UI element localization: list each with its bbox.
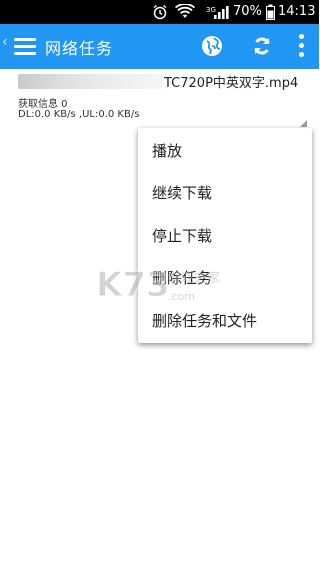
page-title: 网络任务: [45, 39, 114, 58]
back-chevron-icon[interactable]: ‹: [2, 34, 8, 50]
file-name: TC720P中英双字.mp4: [164, 76, 299, 91]
task-info: 获取信息 0: [18, 99, 68, 110]
menu-item-delete-task[interactable]: 删除任务: [138, 257, 312, 300]
more-vert-icon[interactable]: [297, 34, 305, 59]
battery-icon: [266, 4, 275, 20]
blurred-file-prefix: [18, 74, 163, 89]
signal-icon: [213, 4, 229, 20]
menu-item-play[interactable]: 播放: [138, 130, 312, 173]
menu-icon[interactable]: [14, 38, 36, 55]
refresh-icon[interactable]: [250, 34, 274, 58]
battery-percent: 70%: [233, 4, 262, 19]
task-speed: DL:0.0 KB/s ,UL:0.0 KB/s: [18, 109, 140, 120]
menu-item-delete-task-and-file[interactable]: 删除任务和文件: [138, 300, 312, 343]
status-bar: 3G 70% 14:13: [0, 0, 319, 24]
clock: 14:13: [278, 4, 316, 19]
alarm-icon: [152, 4, 168, 20]
app-bar: ‹ 网络任务: [0, 24, 319, 69]
task-row[interactable]: TC720P中英双字.mp4 获取信息 0 DL:0.0 KB/s ,UL:0.…: [0, 70, 319, 130]
wifi-icon: [174, 3, 196, 20]
context-menu: 播放 继续下载 停止下载 删除任务 删除任务和文件: [138, 128, 312, 343]
menu-item-resume-download[interactable]: 继续下载: [138, 172, 312, 215]
globe-icon[interactable]: [200, 34, 224, 58]
menu-item-stop-download[interactable]: 停止下载: [138, 215, 312, 258]
expand-corner-icon[interactable]: [300, 120, 307, 127]
